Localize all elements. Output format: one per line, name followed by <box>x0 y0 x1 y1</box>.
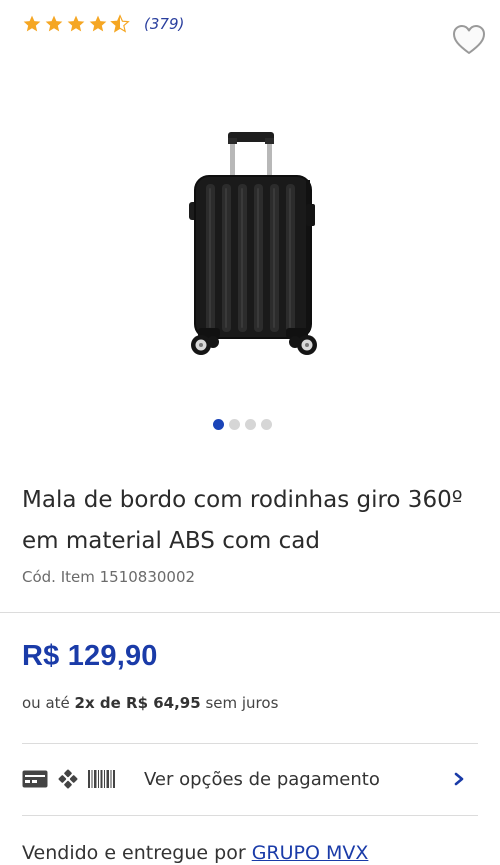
star-rating <box>22 14 130 34</box>
carousel-dot-active[interactable] <box>213 419 224 430</box>
carousel-dot[interactable] <box>245 419 256 430</box>
star-half-icon <box>110 14 130 33</box>
heart-outline-icon[interactable] <box>452 24 486 56</box>
seller-link[interactable]: GRUPO MVX <box>252 842 369 864</box>
carousel-pagination <box>213 419 272 430</box>
product-title: Mala de bordo com rodinhas giro 360º em … <box>22 487 463 554</box>
seller-info: Vendido e entregue por GRUPO MVX <box>22 842 368 864</box>
payment-options-button[interactable]: Ver opções de pagamento <box>22 758 478 800</box>
suitcase-image[interactable] <box>180 128 325 360</box>
rating-count-link[interactable]: (379) <box>144 15 184 33</box>
star-icon <box>67 15 85 32</box>
pix-icon <box>58 769 78 789</box>
carousel-dot[interactable] <box>229 419 240 430</box>
divider <box>22 815 478 816</box>
payment-icons <box>22 769 144 789</box>
barcode-icon <box>88 770 115 788</box>
product-code: Cód. Item 1510830002 <box>22 568 196 586</box>
rating: (379) <box>22 12 184 36</box>
installments-value: 2x de R$ 64,95 <box>74 694 201 712</box>
star-icon <box>89 15 107 32</box>
installments-info: ou até 2x de R$ 64,95 sem juros <box>22 694 278 712</box>
product-price: R$ 129,90 <box>22 640 158 672</box>
installments-suffix: sem juros <box>205 694 279 712</box>
divider <box>22 743 478 744</box>
seller-prefix: Vendido e entregue por <box>22 842 246 864</box>
star-icon <box>23 15 41 32</box>
star-icon <box>45 15 63 32</box>
divider <box>0 612 500 613</box>
payment-options-label: Ver opções de pagamento <box>144 768 380 790</box>
carousel-dot[interactable] <box>261 419 272 430</box>
installments-prefix: ou até <box>22 694 70 712</box>
chevron-right-icon <box>454 772 464 786</box>
credit-card-icon <box>22 770 48 788</box>
